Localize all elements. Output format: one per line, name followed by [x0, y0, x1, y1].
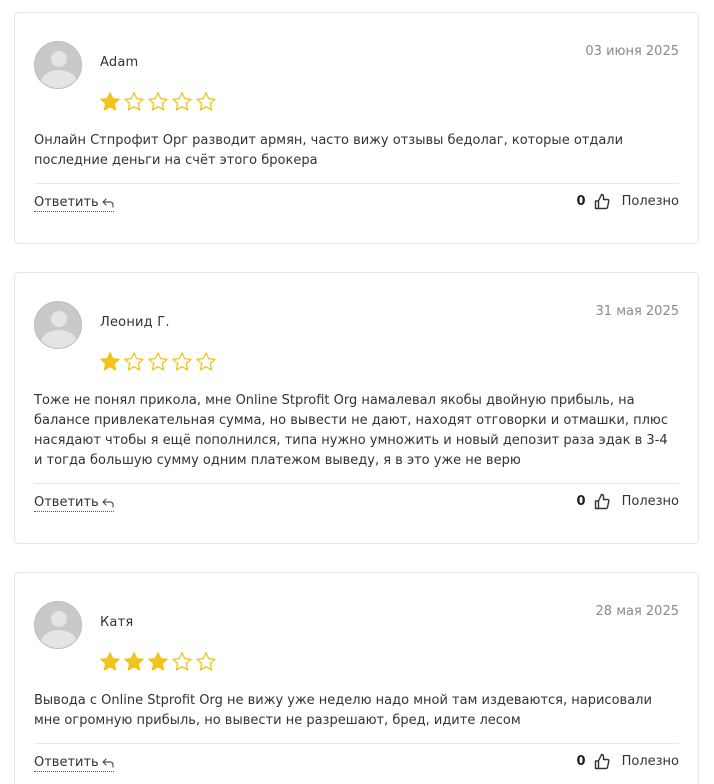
review-card: Катя 28 мая 2025 Вывода с Online Stprofi…: [14, 572, 699, 784]
star-empty-icon: [196, 652, 216, 671]
rating-stars: [99, 651, 217, 673]
divider: [34, 743, 679, 744]
rating-stars: [99, 91, 217, 113]
rating-stars: [99, 351, 217, 373]
star-empty-icon: [148, 92, 168, 111]
helpful-button[interactable]: Полезно: [622, 494, 679, 509]
review-author: Adam: [100, 55, 139, 70]
star-filled-icon: [148, 652, 168, 671]
star-filled-icon: [124, 652, 144, 671]
thumbs-up-icon[interactable]: [594, 493, 610, 510]
helpful-count: 0: [576, 194, 586, 209]
divider: [34, 183, 679, 184]
review-date: 03 июня 2025: [585, 44, 679, 59]
helpful-section: 0 Полезно: [577, 493, 679, 510]
helpful-count: 0: [576, 494, 586, 509]
helpful-button[interactable]: Полезно: [622, 194, 679, 209]
review-card: Леонид Г. 31 мая 2025 Тоже не понял прик…: [14, 272, 699, 544]
reply-arrow-icon: [102, 197, 114, 208]
star-empty-icon: [196, 352, 216, 371]
thumbs-up-icon[interactable]: [594, 193, 610, 210]
star-empty-icon: [172, 352, 192, 371]
helpful-section: 0 Полезно: [577, 753, 679, 770]
reviews-list: Adam 03 июня 2025 Онлайн Стпрофит Орг ра…: [0, 0, 714, 784]
star-empty-icon: [148, 352, 168, 371]
reply-button[interactable]: Ответить: [34, 495, 114, 512]
review-date: 31 мая 2025: [595, 304, 679, 319]
review-text: Тоже не понял прикола, мне Online Stprof…: [34, 393, 668, 468]
star-filled-icon: [100, 92, 120, 111]
review-author: Леонид Г.: [100, 315, 170, 330]
star-empty-icon: [124, 352, 144, 371]
thumbs-up-icon[interactable]: [594, 753, 610, 770]
review-text: Онлайн Стпрофит Орг разводит армян, част…: [34, 133, 624, 168]
helpful-button[interactable]: Полезно: [622, 754, 679, 769]
review-card: Adam 03 июня 2025 Онлайн Стпрофит Орг ра…: [14, 12, 699, 244]
star-empty-icon: [172, 652, 192, 671]
user-silhouette-icon: [34, 41, 82, 89]
helpful-section: 0 Полезно: [577, 193, 679, 210]
star-empty-icon: [124, 92, 144, 111]
reply-label: Ответить: [34, 195, 99, 210]
reply-label: Ответить: [34, 495, 99, 510]
review-date: 28 мая 2025: [595, 604, 679, 619]
star-filled-icon: [100, 352, 120, 371]
helpful-count: 0: [576, 754, 586, 769]
divider: [34, 483, 679, 484]
reply-arrow-icon: [102, 757, 114, 768]
reply-label: Ответить: [34, 755, 99, 770]
star-empty-icon: [196, 92, 216, 111]
reply-button[interactable]: Ответить: [34, 195, 114, 212]
review-author: Катя: [100, 615, 134, 630]
star-filled-icon: [100, 652, 120, 671]
reply-arrow-icon: [102, 497, 114, 508]
star-empty-icon: [172, 92, 192, 111]
review-text: Вывода с Online Stprofit Org не вижу уже…: [34, 693, 652, 728]
user-silhouette-icon: [34, 301, 82, 349]
user-silhouette-icon: [34, 601, 82, 649]
reply-button[interactable]: Ответить: [34, 755, 114, 772]
